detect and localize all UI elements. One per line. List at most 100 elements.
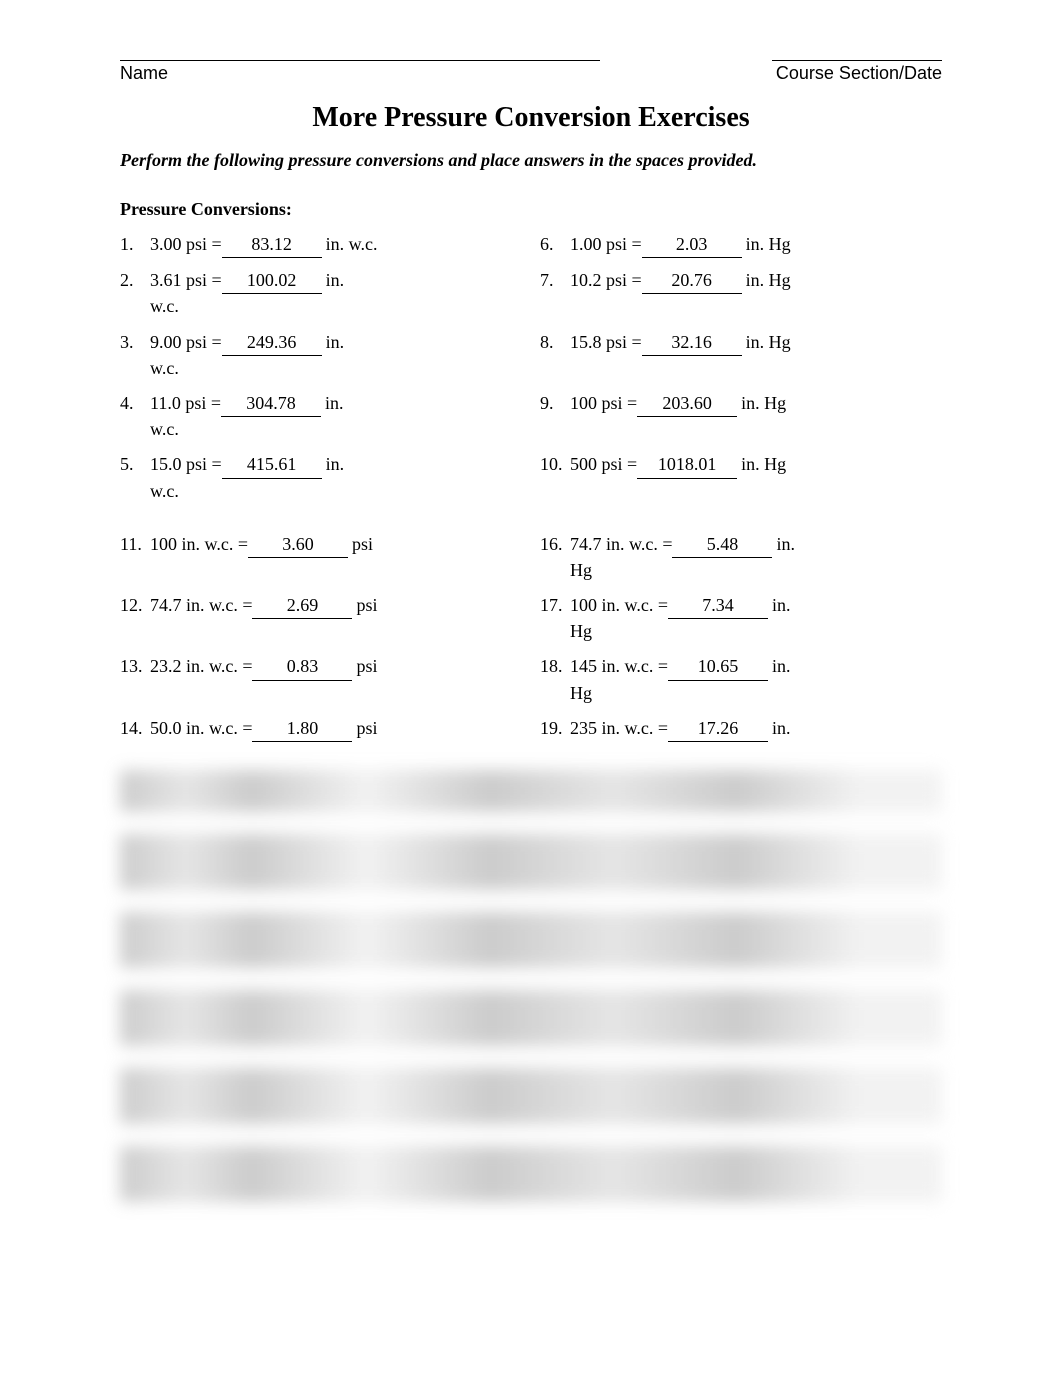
conversion-row: 18.145 in. w.c. = 10.65 in. Hg [540,654,942,705]
row-unit: psi [356,654,377,679]
row-unit: in. [326,268,345,293]
blurred-content [120,770,942,1202]
row-body: 15.8 psi = 32.16 in. Hg [570,330,942,356]
answer-blank[interactable]: 83.12 [222,232,322,258]
row-body: 50.0 in. w.c. = 1.80 psi [150,716,522,742]
answer-blank[interactable]: 203.60 [637,391,737,417]
row-number: 7. [540,268,570,293]
answer-blank[interactable]: 2.69 [252,593,352,619]
answer-blank[interactable]: 5.48 [672,532,772,558]
conversion-row: 13.23.2 in. w.c. = 0.83 psi [120,654,522,705]
conversion-group-2: 11.100 in. w.c. = 3.60 psi16.74.7 in. w.… [120,532,942,742]
row-body: 74.7 in. w.c. = 5.48 in.Hg [570,532,942,583]
row-number: 1. [120,232,150,257]
row-body: 100 in. w.c. = 3.60 psi [150,532,522,558]
row-lhs: 145 in. w.c. = [570,654,668,679]
row-lhs: 500 psi = [570,452,637,477]
conversion-row: 1.3.00 psi = 83.12 in. w.c. [120,232,522,258]
row-lhs: 100 in. w.c. = [570,593,668,618]
row-body: 23.2 in. w.c. = 0.83 psi [150,654,522,680]
answer-blank[interactable]: 1018.01 [637,452,737,478]
row-body: 15.0 psi = 415.61 in.w.c. [150,452,522,503]
row-body: 1.00 psi = 2.03 in. Hg [570,232,942,258]
row-unit-wrap: Hg [570,619,942,644]
instructions-text: Perform the following pressure conversio… [120,150,942,171]
row-unit: psi [352,532,373,557]
row-number: 6. [540,232,570,257]
conversion-row: 12.74.7 in. w.c. = 2.69 psi [120,593,522,644]
row-number: 14. [120,716,150,741]
row-number: 3. [120,330,150,355]
answer-blank[interactable]: 3.60 [248,532,348,558]
row-unit: in. w.c. [326,232,378,257]
row-number: 11. [120,532,150,557]
row-unit: in. Hg [741,452,786,477]
conversion-row: 7.10.2 psi = 20.76 in. Hg [540,268,942,319]
row-unit: in. Hg [746,330,791,355]
conversion-row: 19.235 in. w.c. = 17.26 in. [540,716,942,742]
row-unit: in. [325,391,344,416]
row-lhs: 3.00 psi = [150,232,222,257]
page-title: More Pressure Conversion Exercises [120,102,942,134]
conversion-row: 17.100 in. w.c. = 7.34 in.Hg [540,593,942,644]
row-lhs: 15.0 psi = [150,452,222,477]
conversion-row: 2.3.61 psi = 100.02 in.w.c. [120,268,522,319]
conversion-row: 3.9.00 psi = 249.36 in.w.c. [120,330,522,381]
row-lhs: 23.2 in. w.c. = [150,654,252,679]
answer-blank[interactable]: 0.83 [252,654,352,680]
row-body: 3.61 psi = 100.02 in.w.c. [150,268,522,319]
answer-blank[interactable]: 100.02 [222,268,322,294]
row-number: 4. [120,391,150,416]
row-unit: in. [776,532,795,557]
answer-blank[interactable]: 17.26 [668,716,768,742]
name-line [120,60,600,61]
row-lhs: 1.00 psi = [570,232,642,257]
row-unit-wrap: Hg [570,681,942,706]
row-lhs: 10.2 psi = [570,268,642,293]
answer-blank[interactable]: 1.80 [252,716,352,742]
row-body: 9.00 psi = 249.36 in.w.c. [150,330,522,381]
answer-blank[interactable]: 7.34 [668,593,768,619]
conversion-row: 6.1.00 psi = 2.03 in. Hg [540,232,942,258]
section-heading: Pressure Conversions: [120,199,942,220]
row-lhs: 15.8 psi = [570,330,642,355]
name-label: Name [120,63,168,84]
row-number: 19. [540,716,570,741]
answer-blank[interactable]: 20.76 [642,268,742,294]
conversion-row: 5.15.0 psi = 415.61 in.w.c. [120,452,522,503]
row-number: 18. [540,654,570,679]
conversion-row: 8.15.8 psi = 32.16 in. Hg [540,330,942,381]
row-body: 10.2 psi = 20.76 in. Hg [570,268,942,294]
row-unit: in. [772,654,791,679]
course-label: Course Section/Date [776,63,942,84]
conversion-row: 14.50.0 in. w.c. = 1.80 psi [120,716,522,742]
conversion-row: 10.500 psi = 1018.01 in. Hg [540,452,942,503]
answer-blank[interactable]: 415.61 [222,452,322,478]
row-lhs: 3.61 psi = [150,268,222,293]
row-number: 9. [540,391,570,416]
conversion-row: 16.74.7 in. w.c. = 5.48 in.Hg [540,532,942,583]
row-body: 100 psi = 203.60 in. Hg [570,391,942,417]
row-lhs: 235 in. w.c. = [570,716,668,741]
row-unit-wrap: w.c. [150,356,522,381]
row-body: 74.7 in. w.c. = 2.69 psi [150,593,522,619]
row-body: 235 in. w.c. = 17.26 in. [570,716,942,742]
answer-blank[interactable]: 304.78 [221,391,321,417]
row-unit: psi [356,716,377,741]
answer-blank[interactable]: 2.03 [642,232,742,258]
answer-blank[interactable]: 249.36 [222,330,322,356]
row-unit: in. [772,593,791,618]
row-unit: in. [326,330,345,355]
row-number: 16. [540,532,570,557]
answer-blank[interactable]: 32.16 [642,330,742,356]
row-number: 8. [540,330,570,355]
row-unit-wrap: w.c. [150,417,522,442]
row-lhs: 74.7 in. w.c. = [570,532,672,557]
row-body: 145 in. w.c. = 10.65 in. Hg [570,654,942,705]
answer-blank[interactable]: 10.65 [668,654,768,680]
row-number: 12. [120,593,150,618]
row-unit: in. Hg [746,268,791,293]
row-unit: in. [326,452,345,477]
conversion-row: 9.100 psi = 203.60 in. Hg [540,391,942,442]
row-body: 500 psi = 1018.01 in. Hg [570,452,942,478]
